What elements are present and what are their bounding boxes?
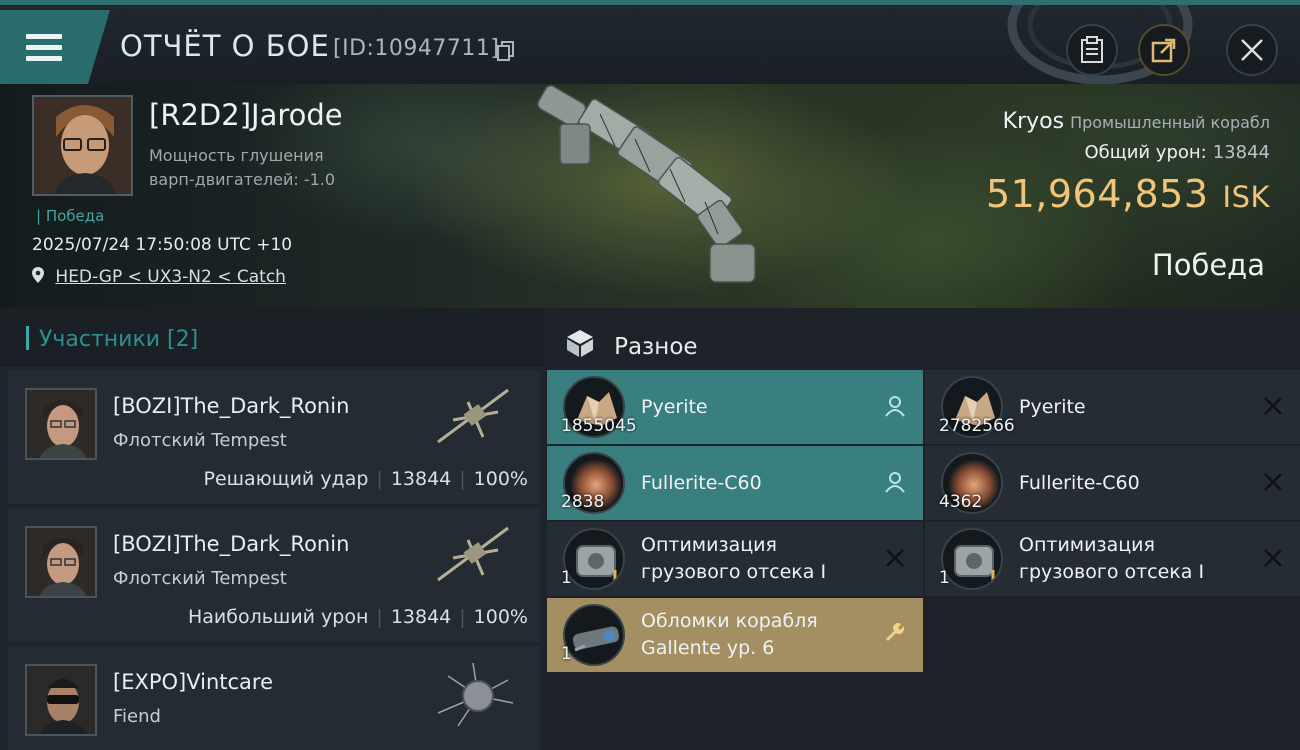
battle-id: [ID:10947711] — [333, 36, 500, 61]
menu-icon — [26, 34, 62, 62]
x-icon — [1261, 546, 1285, 570]
item-row[interactable]: 2782566 Pyerite — [925, 370, 1300, 444]
page-title: ОТЧЁТ О БОЕ — [120, 29, 330, 63]
participant-stats: Решающий удар | 13844 | 100% — [203, 468, 528, 490]
item-name: Pyerite — [1019, 396, 1086, 418]
pilot-icon — [883, 470, 907, 494]
menu-button[interactable] — [0, 10, 110, 84]
item-quantity: 2838 — [561, 492, 605, 512]
participant-ship-image — [428, 658, 518, 730]
item-quantity: 1855045 — [561, 416, 637, 436]
wreck-icon — [563, 604, 625, 666]
timestamp: 2025/07/24 17:50:08 UTC +10 — [32, 235, 293, 255]
participants-header[interactable]: Участники [2] — [0, 308, 545, 366]
participant-row[interactable]: [BOZI]The_Dark_Ronin Флотский Tempest Ре… — [8, 370, 540, 504]
isk-value: 51,964,853 ISK — [985, 172, 1270, 216]
wrench-icon — [883, 622, 907, 646]
close-button[interactable] — [1226, 24, 1278, 76]
item-name: Pyerite — [641, 396, 708, 418]
participant-ship: Флотский Tempest — [113, 568, 287, 589]
item-name: Оптимизация грузового отсека I — [1019, 534, 1205, 583]
participant-stats: Наибольший урон | 13844 | 100% — [187, 606, 528, 628]
item-quantity: 1 — [561, 644, 572, 664]
top-bar: ОТЧЁТ О БОЕ [ID:10947711] — [0, 0, 1300, 85]
cube-icon — [567, 330, 593, 357]
item-row[interactable]: 1855045 Pyerite — [547, 370, 923, 444]
participant-ship: Fiend — [113, 706, 161, 727]
item-row[interactable]: 1 Оптимизация грузового отсека I — [547, 522, 923, 596]
item-quantity: 2782566 — [939, 416, 1015, 436]
pilot-icon — [883, 394, 907, 418]
items-header: Разное — [545, 308, 1300, 370]
close-icon — [1241, 39, 1263, 61]
victory-tag: | Победа — [36, 207, 105, 225]
ship-class: Промышленный корабл — [1070, 113, 1270, 132]
participant-name: [EXPO]Vintcare — [113, 670, 274, 694]
victim-ship[interactable]: Kryos Промышленный корабл — [1003, 109, 1270, 134]
item-quantity: 1 — [561, 568, 572, 588]
victim-attribute: Мощность глушения варп-двигателей: -1.0 — [149, 146, 336, 189]
participant-avatar — [25, 388, 97, 460]
participant-ship-image — [428, 520, 518, 592]
rig-icon — [941, 528, 1003, 590]
item-name: Обломки корабля Gallente ур. 6 — [641, 610, 818, 659]
participant-ship-image — [428, 382, 518, 454]
item-row[interactable]: 4362 Fullerite-C60 — [925, 446, 1300, 520]
isk-unit: ISK — [1222, 180, 1270, 214]
share-icon — [1151, 38, 1176, 63]
rig-icon — [563, 528, 625, 590]
victim-avatar[interactable] — [32, 95, 133, 196]
participant-name: [BOZI]The_Dark_Ronin — [113, 394, 350, 418]
total-damage-value: 13844 — [1212, 142, 1270, 163]
participant-row[interactable]: [EXPO]Vintcare Fiend — [8, 646, 540, 750]
victim-pilot-name[interactable]: [R2D2]Jarode — [149, 98, 343, 132]
item-row[interactable]: 2838 Fullerite-C60 — [547, 446, 923, 520]
x-icon — [1261, 470, 1285, 494]
item-quantity: 1 — [939, 568, 950, 588]
share-button[interactable] — [1138, 24, 1190, 76]
item-name: Fullerite-C60 — [1019, 472, 1140, 494]
clipboard-button[interactable] — [1066, 24, 1118, 76]
total-damage: Общий урон: 13844 — [1084, 142, 1270, 163]
x-icon — [1261, 394, 1285, 418]
victim-ship-image — [520, 84, 790, 308]
participant-ship: Флотский Tempest — [113, 430, 287, 451]
clipboard-icon — [1081, 36, 1103, 63]
item-name: Оптимизация грузового отсека I — [641, 534, 827, 583]
location-link[interactable]: HED-GP < UX3-N2 < Catch — [32, 267, 286, 287]
item-row[interactable]: 1 Оптимизация грузового отсека I — [925, 522, 1300, 596]
victim-banner: [R2D2]Jarode Мощность глушения варп-двиг… — [0, 84, 1300, 308]
participant-name: [BOZI]The_Dark_Ronin — [113, 532, 350, 556]
participant-row[interactable]: [BOZI]The_Dark_Ronin Флотский Tempest На… — [8, 508, 540, 642]
items-panel: Разное 1855045 Pyerite 2782566 Pyerite 2… — [545, 308, 1300, 750]
item-name: Fullerite-C60 — [641, 472, 762, 494]
participants-panel: Участники [2] [BOZI]The_Dark_Ronin Флотс… — [0, 308, 545, 750]
x-icon — [883, 546, 907, 570]
item-row[interactable]: 1 Обломки корабля Gallente ур. 6 — [547, 598, 923, 672]
result-label: Победа — [1151, 248, 1265, 282]
item-quantity: 4362 — [939, 492, 983, 512]
copy-icon[interactable] — [497, 41, 515, 61]
location-pin-icon — [32, 267, 44, 283]
participant-avatar — [25, 526, 97, 598]
location-path[interactable]: HED-GP < UX3-N2 < Catch — [55, 267, 286, 287]
participant-avatar — [25, 664, 97, 736]
